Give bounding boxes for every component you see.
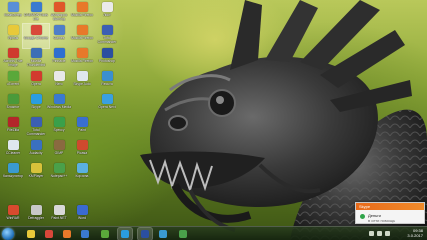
document-icon — [101, 2, 113, 12]
picasa-icon — [76, 140, 88, 150]
mozilla-icon — [159, 230, 167, 238]
taskbar: 09:38 3.0.2017 — [0, 226, 427, 240]
shortcut-label: Mozilla Firefox — [71, 13, 93, 17]
shortcut-label: Word — [77, 216, 87, 220]
notepad-icon — [7, 94, 19, 104]
chrome-icon — [30, 25, 42, 35]
audacity-icon — [30, 140, 42, 150]
language-icon[interactable] — [385, 231, 390, 236]
desktop-shortcut[interactable]: Recuva — [94, 70, 120, 94]
desktop-shortcut[interactable]: Skype Auto — [69, 70, 95, 94]
firefox-icon — [76, 25, 88, 35]
calculator-icon — [7, 163, 19, 173]
recuva-icon — [101, 71, 113, 81]
computer-icon — [7, 2, 19, 12]
photoshop-icon — [101, 48, 113, 58]
desktop-shortcut[interactable]: Picasa — [69, 139, 95, 163]
shortcut-label: Лист — [103, 13, 111, 17]
skype-icon — [76, 71, 88, 81]
clock[interactable]: 09:38 3.0.2017 — [407, 228, 423, 238]
paint-net-icon — [53, 205, 65, 215]
gimp-icon — [53, 140, 65, 150]
taskbar-app[interactable] — [137, 227, 153, 240]
desktop-shortcut[interactable]: Mozilla Firefox — [69, 1, 95, 25]
network-icon[interactable] — [369, 231, 374, 236]
desktop-shortcut[interactable]: Лист — [94, 1, 120, 25]
shortcut-label: Picasa — [76, 151, 88, 155]
desktop-shortcut[interactable]: Корзина — [69, 162, 95, 186]
shortcut-label: Корзина — [75, 174, 89, 178]
check-icon — [360, 214, 365, 219]
shortcut-label: Photoshop — [98, 59, 116, 63]
taskbar-app[interactable] — [156, 228, 170, 240]
defraggler-icon — [30, 205, 42, 215]
speccy-icon — [53, 117, 65, 127]
start-button[interactable] — [2, 228, 14, 240]
taskbar-app[interactable] — [176, 228, 190, 240]
shortcut-label: Paint — [78, 128, 86, 132]
media-player-icon — [53, 94, 65, 104]
shortcut-label: Recuva — [101, 82, 113, 86]
taskbar-app[interactable] — [60, 228, 74, 240]
media-player-icon — [81, 230, 89, 238]
shortcut-label: Mozilla Firefox — [71, 36, 93, 40]
skype-icon — [30, 94, 42, 104]
photoshop-icon — [141, 230, 149, 238]
acronis-icon — [7, 48, 19, 58]
nero-icon — [53, 71, 65, 81]
ccleaner-icon — [7, 140, 19, 150]
desktop: Компьютер DAEMON Tools Lite Ashampoo Burni… — [0, 0, 427, 240]
firefox-icon — [76, 2, 88, 12]
utorrent-icon — [101, 230, 109, 238]
paint-icon — [76, 117, 88, 127]
opera-next-icon — [101, 94, 113, 104]
taskbar-app[interactable] — [98, 228, 112, 240]
notepad-plus-icon — [53, 163, 65, 173]
notification-popup[interactable]: Skype Деньги в сети помощь — [355, 202, 425, 224]
desktop-shortcut[interactable]: Word — [69, 204, 95, 228]
notification-subtext: в сети помощь — [368, 218, 396, 223]
filezilla-icon — [7, 117, 19, 127]
opera-icon — [30, 71, 42, 81]
folder-icon — [7, 25, 19, 35]
taskbar-app[interactable] — [78, 228, 92, 240]
app-icon — [179, 230, 187, 238]
total-commander-icon — [101, 25, 113, 35]
chrome-icon — [45, 230, 53, 238]
desktop-shortcut[interactable]: Mozilla Firefox — [69, 47, 95, 71]
shortcut-label: Windows Media — [47, 105, 71, 109]
kmplayer-icon — [30, 163, 42, 173]
pinnacle-icon — [53, 48, 65, 58]
games-icon — [53, 25, 65, 35]
taskbar-app[interactable] — [42, 228, 56, 240]
word-icon — [76, 205, 88, 215]
volume-icon[interactable] — [377, 231, 382, 236]
taskbar-app[interactable] — [117, 227, 133, 240]
desktop-shortcut[interactable]: Mozilla Firefox — [69, 24, 95, 48]
desktop-shortcut[interactable]: Opera Next — [94, 93, 120, 117]
thunderbird-icon — [30, 48, 42, 58]
desktop-shortcut[interactable]: Paint — [69, 116, 95, 140]
shortcut-label: Mozilla Firefox — [71, 59, 93, 63]
recycle-bin-icon — [76, 163, 88, 173]
firefox-icon — [63, 230, 71, 238]
taskbar-app[interactable] — [24, 228, 38, 240]
shortcut-label: Total Commander — [97, 36, 117, 44]
explorer-icon — [27, 230, 35, 238]
shortcut-label: Skype Auto — [73, 82, 91, 86]
total-commander-icon — [30, 117, 42, 127]
skype-icon — [121, 230, 129, 238]
notification-title: Skype — [356, 203, 424, 210]
utorrent-icon — [7, 71, 19, 81]
daemon-tools-icon — [30, 2, 42, 12]
desktop-shortcut[interactable]: Windows Media — [46, 93, 72, 117]
shortcut-label: Opera Next — [98, 105, 116, 109]
system-tray: 09:38 3.0.2017 — [347, 227, 427, 240]
winrar-icon — [7, 205, 19, 215]
clock-date: 3.0.2017 — [407, 233, 423, 238]
desktop-shortcut[interactable]: Photoshop — [94, 47, 120, 71]
desktop-shortcut[interactable]: Total Commander — [94, 24, 120, 48]
burning-studio-icon — [53, 2, 65, 12]
firefox-icon — [76, 48, 88, 58]
